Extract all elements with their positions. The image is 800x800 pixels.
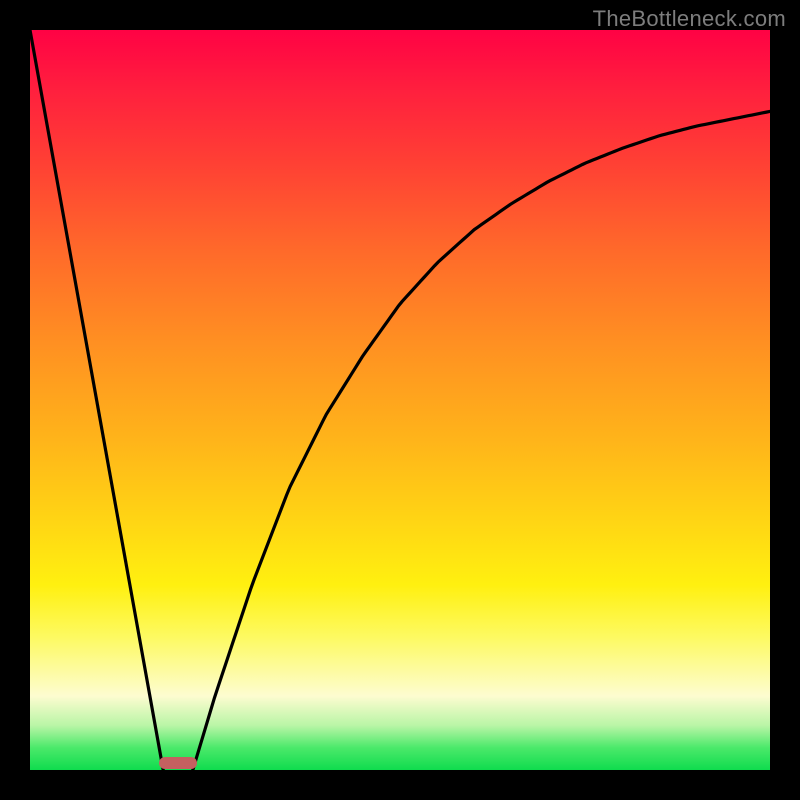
chart-frame: TheBottleneck.com <box>0 0 800 800</box>
bottleneck-marker <box>159 757 197 769</box>
curve-left-descent <box>30 30 163 770</box>
curve-right-ascent <box>193 111 770 770</box>
curve-svg <box>30 30 770 770</box>
watermark-text: TheBottleneck.com <box>593 6 786 32</box>
plot-area <box>30 30 770 770</box>
